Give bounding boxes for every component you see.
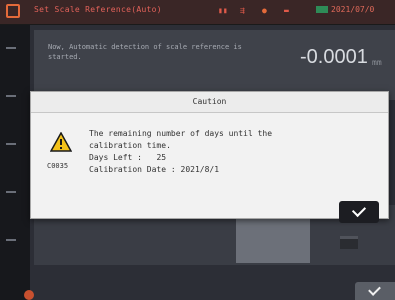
device-icon bbox=[340, 236, 358, 249]
window-title: Set Scale Reference(Auto) bbox=[34, 5, 162, 14]
rail-tick[interactable] bbox=[6, 47, 16, 49]
calibration-date-value: 2021/8/1 bbox=[180, 165, 220, 174]
measurement-unit: mm bbox=[372, 58, 382, 67]
corner-indicator-icon bbox=[24, 290, 34, 300]
battery-icon: ▬ bbox=[284, 6, 289, 15]
calibration-date-label: Calibration Date : bbox=[89, 165, 176, 174]
ok-button[interactable] bbox=[339, 201, 379, 223]
check-icon bbox=[351, 202, 367, 218]
warning-icon bbox=[50, 132, 72, 152]
left-rail bbox=[0, 25, 30, 300]
alert-icon: ● bbox=[262, 6, 267, 15]
rail-tick[interactable] bbox=[6, 95, 16, 97]
days-left-value: 25 bbox=[156, 153, 167, 162]
wireless-icon: ⇶ bbox=[240, 6, 245, 15]
rail-tick[interactable] bbox=[6, 239, 16, 241]
dialog-title: Caution bbox=[192, 97, 227, 106]
top-bar: Set Scale Reference(Auto) ▮▮ ⇶ ● ▬ 2021/… bbox=[0, 0, 395, 25]
rail-tick[interactable] bbox=[6, 191, 16, 193]
dialog-message: The remaining number of days until the c… bbox=[89, 128, 272, 176]
status-message: Now, Automatic detection of scale refere… bbox=[48, 43, 242, 61]
measurement-value: -0.0001 bbox=[300, 46, 368, 68]
signal-icon: ▮▮ bbox=[218, 6, 228, 15]
date-display: 2021/07/0 bbox=[316, 5, 374, 14]
menu-icon[interactable] bbox=[6, 4, 20, 18]
days-left-label: Days Left : bbox=[89, 153, 142, 162]
confirm-button[interactable] bbox=[355, 282, 395, 300]
error-code: C0035 bbox=[47, 162, 69, 170]
message-line-2: calibration time. bbox=[89, 141, 171, 150]
dialog-header: Caution bbox=[31, 92, 388, 113]
rail-tick[interactable] bbox=[6, 143, 16, 145]
screen: Set Scale Reference(Auto) ▮▮ ⇶ ● ▬ 2021/… bbox=[0, 0, 395, 300]
message-line-1: The remaining number of days until the bbox=[89, 129, 273, 138]
caution-dialog: Caution C0035 The remaining number of da… bbox=[30, 91, 389, 223]
